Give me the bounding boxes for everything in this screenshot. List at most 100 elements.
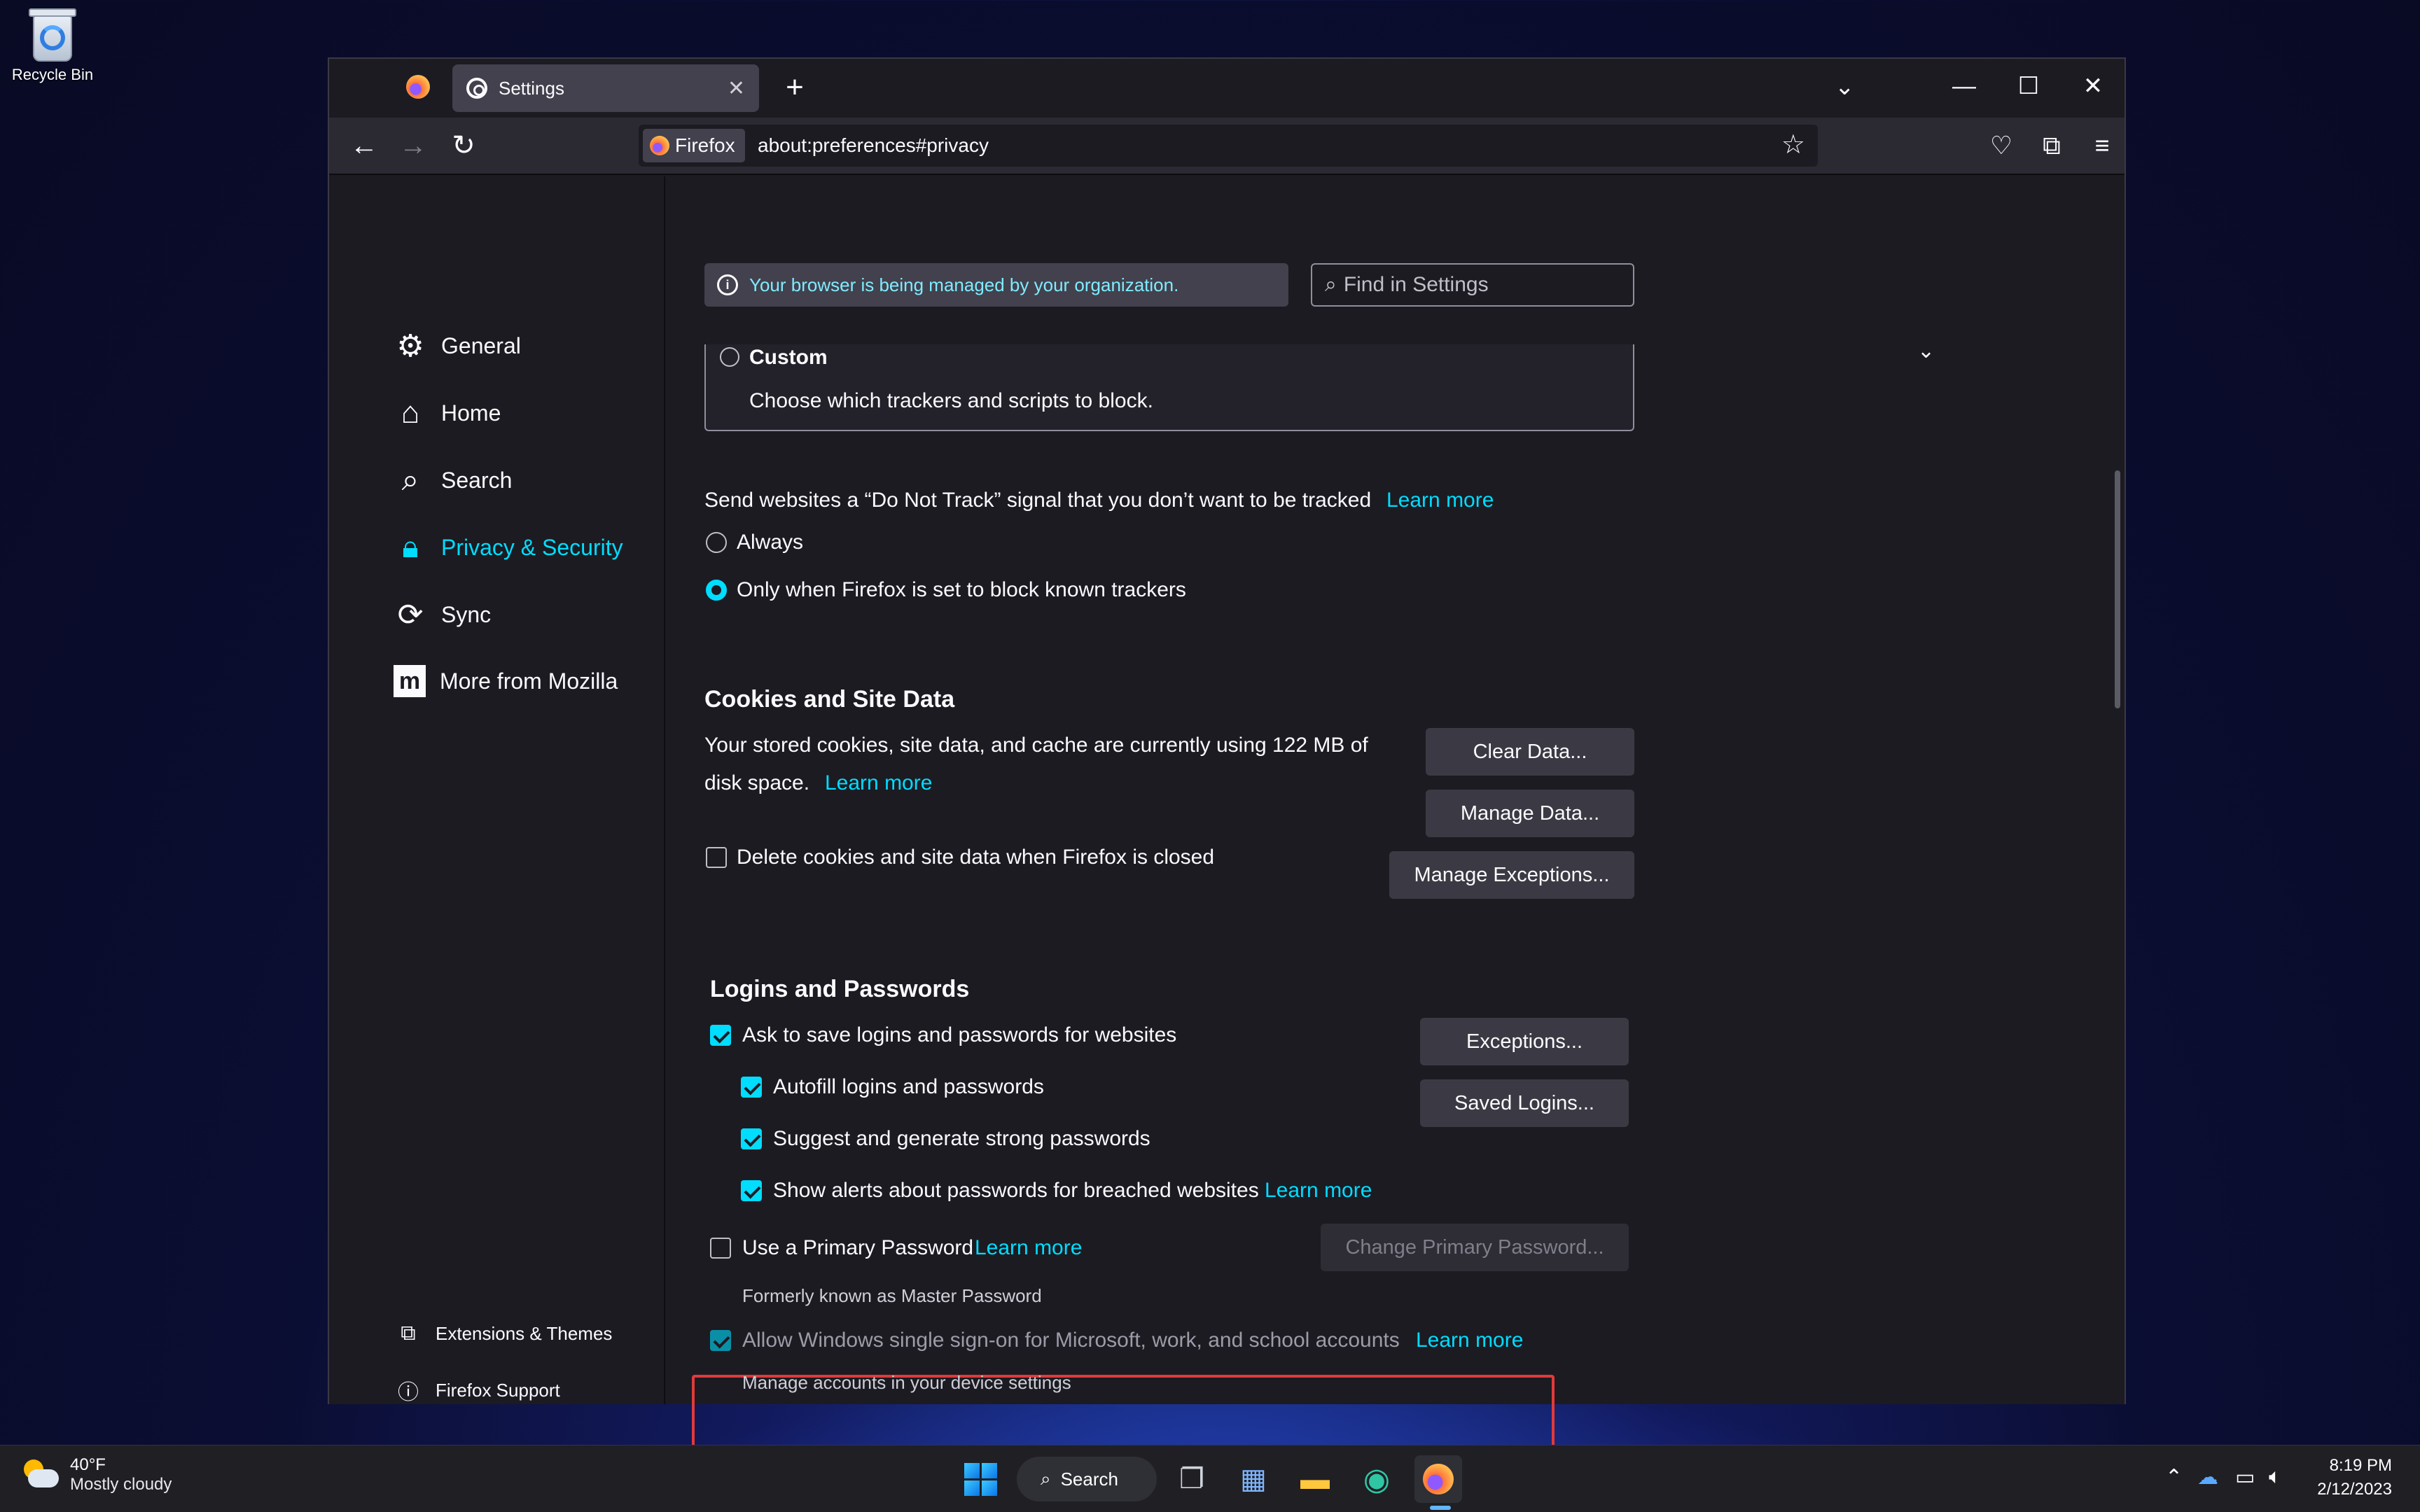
microsoft-store-icon[interactable]: ▦: [1230, 1455, 1277, 1503]
mozilla-icon: m: [394, 665, 426, 697]
sidebar-item-sync[interactable]: ⟳ Sync: [394, 597, 492, 632]
formerly-known-note: Formerly known as Master Password: [742, 1285, 1042, 1306]
identity-box[interactable]: Firefox: [643, 129, 745, 162]
dnt-always-label[interactable]: Always: [737, 531, 803, 554]
suggest-passwords-label[interactable]: Suggest and generate strong passwords: [773, 1127, 1150, 1151]
weather-temperature: 40°F: [70, 1455, 106, 1474]
pinned-tab[interactable]: [398, 67, 438, 106]
gear-icon: [466, 78, 487, 99]
sidebar-item-label: Sync: [441, 601, 492, 627]
maximize-button[interactable]: ☐: [2004, 69, 2053, 104]
preferences-content: ⚙ General ⌂ Home ⌕ Search 🔒︎ Privacy & S…: [329, 176, 2125, 1477]
sidebar-item-label: General: [441, 332, 521, 358]
cookies-desc-line2: disk space.: [704, 771, 810, 794]
close-window-button[interactable]: ✕: [2068, 69, 2118, 104]
recycle-bin-label: Recycle Bin: [11, 66, 94, 83]
reload-button[interactable]: ↻: [444, 127, 483, 164]
puzzle-icon: ⧉: [401, 1322, 416, 1345]
custom-description: Choose which trackers and scripts to blo…: [749, 389, 1153, 412]
windows-sso-label[interactable]: Allow Windows single sign-on for Microso…: [742, 1329, 1400, 1352]
clock-time: 8:19 PM: [2329, 1456, 2392, 1475]
desktop-recycle-bin[interactable]: Recycle Bin: [7, 4, 98, 84]
sidebar-item-more-from-mozilla[interactable]: m More from Mozilla: [394, 665, 618, 697]
sidebar-item-search[interactable]: ⌕ Search: [394, 463, 513, 497]
managed-banner[interactable]: i Your browser is being managed by your …: [704, 263, 1288, 307]
task-view-icon[interactable]: ❐: [1168, 1455, 1216, 1503]
partly-cloudy-icon: [21, 1460, 60, 1490]
sidebar-firefox-support[interactable]: ⓘ Firefox Support: [396, 1375, 560, 1406]
clock-date: 2/12/2023: [2317, 1480, 2392, 1499]
gear-icon: ⚙: [396, 328, 424, 363]
back-button[interactable]: ←: [345, 127, 384, 164]
sidebar-footer-label: Extensions & Themes: [436, 1322, 613, 1344]
autofill-checkbox[interactable]: [741, 1077, 762, 1098]
clear-data-button[interactable]: Clear Data...: [1426, 728, 1634, 776]
sidebar-item-home[interactable]: ⌂ Home: [394, 396, 501, 430]
primary-password-checkbox[interactable]: [710, 1238, 731, 1259]
primary-password-learn-more-link[interactable]: Learn more: [975, 1236, 1082, 1260]
logins-heading: Logins and Passwords: [710, 976, 970, 1002]
delete-cookies-checkbox[interactable]: [706, 847, 727, 868]
dnt-always-radio[interactable]: [706, 532, 727, 553]
close-tab-icon[interactable]: ✕: [728, 76, 745, 101]
breach-alerts-learn-more-link[interactable]: Learn more: [1265, 1179, 1372, 1203]
firefox-window: Settings ✕ + ⌄ — ☐ ✕ ← → ↻ Firefox about…: [328, 57, 2126, 1477]
weather-condition: Mostly cloudy: [70, 1475, 172, 1494]
chevron-up-icon[interactable]: ⌃: [2165, 1465, 2183, 1490]
autofill-label[interactable]: Autofill logins and passwords: [773, 1075, 1044, 1099]
forward-button[interactable]: →: [394, 127, 433, 164]
dnt-only-when-radio[interactable]: [706, 580, 727, 601]
saved-logins-button[interactable]: Saved Logins...: [1420, 1079, 1629, 1127]
bookmark-star-icon[interactable]: ☆: [1781, 129, 1805, 160]
tab-settings[interactable]: Settings ✕: [452, 64, 759, 112]
firefox-logo-icon: [406, 75, 430, 99]
firefox-taskbar-icon[interactable]: [1414, 1455, 1462, 1503]
extensions-puzzle-icon[interactable]: ⧉: [2032, 127, 2071, 164]
dnt-only-when-label[interactable]: Only when Firefox is set to block known …: [737, 578, 1186, 602]
breach-alerts-checkbox[interactable]: [741, 1180, 762, 1201]
url-bar[interactable]: Firefox about:preferences#privacy ☆: [639, 125, 1818, 167]
system-clock[interactable]: 8:19 PM 2/12/2023: [2317, 1454, 2392, 1502]
custom-radio[interactable]: [720, 347, 739, 367]
url-text[interactable]: about:preferences#privacy: [758, 134, 989, 157]
recycle-bin-icon: [26, 4, 79, 63]
home-icon: ⌂: [401, 396, 420, 430]
manage-exceptions-button[interactable]: Manage Exceptions...: [1389, 851, 1634, 899]
menu-hamburger-icon[interactable]: ≡: [2082, 127, 2122, 164]
windows-sso-learn-more-link[interactable]: Learn more: [1416, 1329, 1523, 1352]
pocket-icon[interactable]: ♡: [1982, 127, 2021, 164]
ask-to-save-label[interactable]: Ask to save logins and passwords for web…: [742, 1023, 1176, 1047]
chevron-down-icon[interactable]: ⌄: [1917, 339, 1935, 363]
primary-password-label[interactable]: Use a Primary Password: [742, 1236, 973, 1260]
search-icon: ⌕: [1041, 1468, 1051, 1489]
ask-to-save-checkbox[interactable]: [710, 1025, 731, 1046]
taskbar-search-button[interactable]: ⌕ Search: [1017, 1457, 1157, 1502]
sidebar-footer-label: Firefox Support: [436, 1379, 560, 1401]
sidebar-item-privacy[interactable]: 🔒︎ Privacy & Security: [394, 530, 623, 564]
list-all-tabs-chevron-icon[interactable]: ⌄: [1835, 73, 1855, 101]
suggest-passwords-checkbox[interactable]: [741, 1128, 762, 1149]
network-icon[interactable]: ▭: [2235, 1465, 2255, 1490]
sync-icon: ⟳: [397, 597, 424, 632]
scrollbar[interactable]: [2115, 470, 2120, 708]
file-explorer-icon[interactable]: ▬: [1291, 1455, 1339, 1503]
onedrive-cloud-icon[interactable]: ☁: [2197, 1465, 2218, 1490]
edge-icon[interactable]: ◉: [1353, 1455, 1400, 1503]
logins-exceptions-button[interactable]: Exceptions...: [1420, 1018, 1629, 1065]
custom-tracking-option[interactable]: [704, 344, 1634, 431]
find-in-settings-input[interactable]: ⌕ Find in Settings: [1311, 263, 1634, 307]
volume-icon[interactable]: 🔈︎: [2269, 1465, 2281, 1489]
cookies-learn-more-link[interactable]: Learn more: [825, 771, 932, 795]
windows-sso-checkbox[interactable]: [710, 1330, 731, 1351]
new-tab-button[interactable]: +: [777, 71, 812, 104]
delete-cookies-label[interactable]: Delete cookies and site data when Firefo…: [737, 846, 1214, 869]
sidebar-extensions-themes[interactable]: ⧉ Extensions & Themes: [396, 1322, 612, 1345]
manage-data-button[interactable]: Manage Data...: [1426, 790, 1634, 837]
sidebar-item-general[interactable]: ⚙ General: [394, 329, 521, 363]
dnt-learn-more-link[interactable]: Learn more: [1386, 489, 1494, 512]
breach-alerts-label[interactable]: Show alerts about passwords for breached…: [773, 1179, 1259, 1203]
minimize-button[interactable]: —: [1940, 69, 1989, 104]
weather-widget[interactable]: 40°F Mostly cloudy: [21, 1455, 172, 1494]
start-button[interactable]: [957, 1455, 1004, 1503]
change-primary-password-button[interactable]: Change Primary Password...: [1321, 1224, 1629, 1271]
